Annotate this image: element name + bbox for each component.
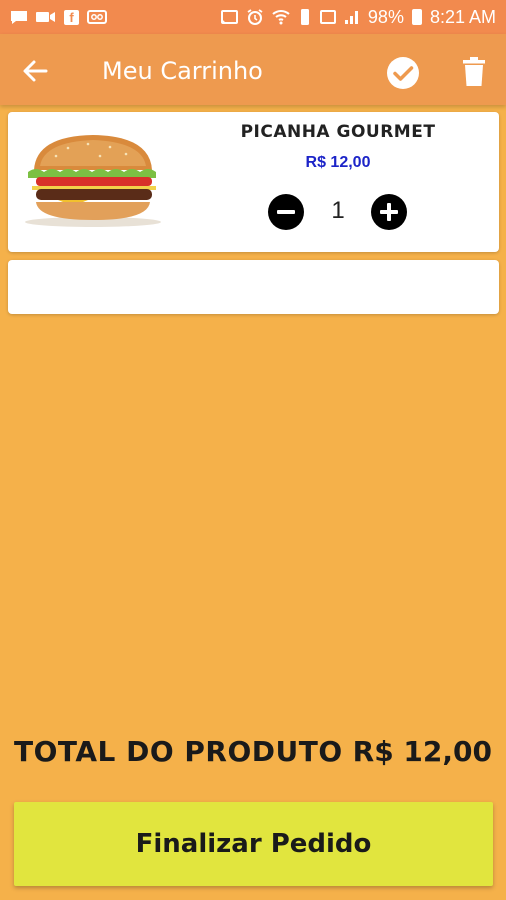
message-icon — [10, 9, 28, 25]
product-name: PICANHA GOURMET — [240, 122, 436, 142]
wifi-icon — [272, 9, 290, 25]
increase-quantity-button[interactable] — [371, 194, 407, 230]
battery-percentage: 98% — [367, 6, 404, 27]
cast-icon — [220, 9, 238, 25]
status-bar-right: 98% 8:21 AM — [220, 7, 496, 28]
trash-icon — [463, 57, 485, 86]
app-bar: Meu Carrinho — [0, 34, 506, 105]
battery-icon — [411, 9, 422, 25]
delete-cart-button[interactable] — [462, 57, 486, 87]
burger-image — [25, 135, 161, 227]
confirm-button[interactable] — [386, 56, 420, 90]
status-bar-left: f — [10, 9, 107, 25]
clock: 8:21 AM — [429, 6, 496, 27]
minus-icon — [277, 210, 295, 214]
voicemail-icon — [87, 10, 107, 24]
cart-item: PICANHA GOURMET R$ 12,00 1 — [8, 112, 499, 252]
status-bar: f 98% 8:21 AM — [0, 0, 506, 34]
back-button[interactable] — [20, 56, 50, 86]
quantity-stepper: 1 — [268, 194, 408, 230]
plus-icon-vertical — [387, 203, 391, 221]
vibrate-icon — [298, 8, 312, 26]
page-title: Meu Carrinho — [102, 57, 263, 85]
total-label: TOTAL DO PRODUTO — [14, 735, 343, 768]
decrease-quantity-button[interactable] — [268, 194, 304, 230]
quantity-value: 1 — [331, 197, 345, 224]
arrow-left-icon — [23, 60, 48, 82]
finalize-order-button[interactable]: Finalizar Pedido — [14, 802, 493, 886]
signal-icon — [344, 9, 360, 25]
facebook-icon: f — [64, 9, 79, 25]
alarm-icon — [246, 8, 264, 26]
check-circle-icon — [387, 57, 419, 89]
nfc-icon — [319, 10, 336, 24]
empty-cart-item — [8, 260, 499, 314]
video-camera-icon — [36, 10, 56, 24]
total-value: R$ 12,00 — [352, 735, 492, 768]
product-price: R$ 12,00 — [305, 154, 371, 171]
